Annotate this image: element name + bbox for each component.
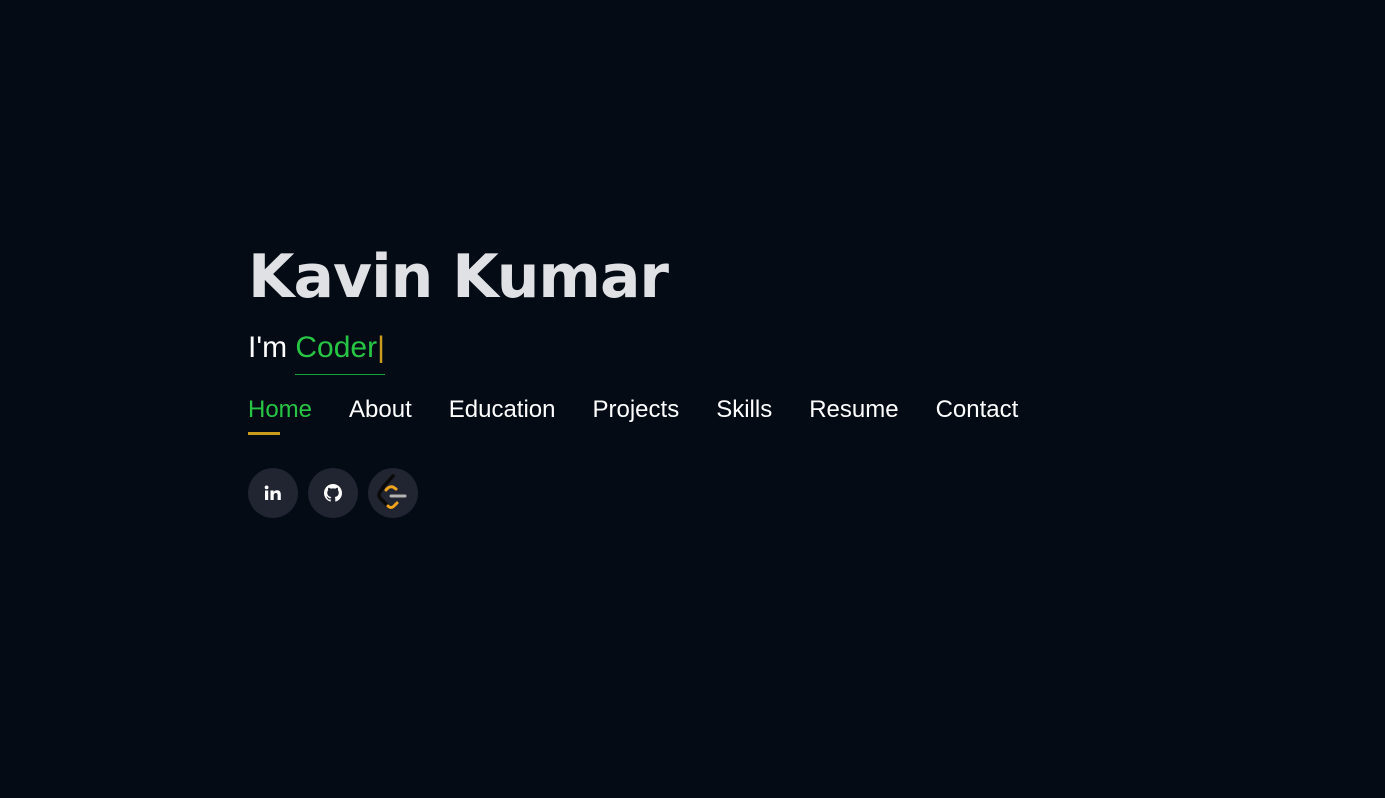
github-icon — [324, 484, 342, 502]
nav-item-about[interactable]: About — [349, 395, 412, 435]
nav-item-projects[interactable]: Projects — [593, 395, 680, 435]
github-button[interactable] — [308, 468, 358, 518]
hero-tagline: I'm Coder| — [248, 328, 1018, 375]
hero-content: Kavin Kumar I'm Coder| Home About Educat… — [248, 238, 1018, 518]
hero-section: Kavin Kumar I'm Coder| Home About Educat… — [0, 0, 1385, 798]
tagline-prefix: I'm — [248, 331, 296, 364]
linkedin-icon — [264, 485, 282, 501]
typed-cursor: | — [377, 331, 385, 364]
leetcode-button[interactable] — [368, 468, 418, 518]
main-nav: Home About Education Projects Skills Res… — [248, 395, 1018, 435]
typed-text-wrapper: Coder| — [295, 328, 385, 375]
nav-item-resume[interactable]: Resume — [809, 395, 898, 435]
typed-text: Coder — [295, 331, 378, 364]
nav-item-contact[interactable]: Contact — [936, 395, 1019, 435]
nav-item-skills[interactable]: Skills — [716, 395, 772, 435]
hero-name: Kavin Kumar — [248, 242, 669, 312]
nav-item-education[interactable]: Education — [449, 395, 556, 435]
nav-item-home[interactable]: Home — [248, 395, 312, 435]
linkedin-button[interactable] — [248, 468, 298, 518]
leetcode-icon — [376, 473, 410, 513]
social-links — [248, 468, 1018, 518]
